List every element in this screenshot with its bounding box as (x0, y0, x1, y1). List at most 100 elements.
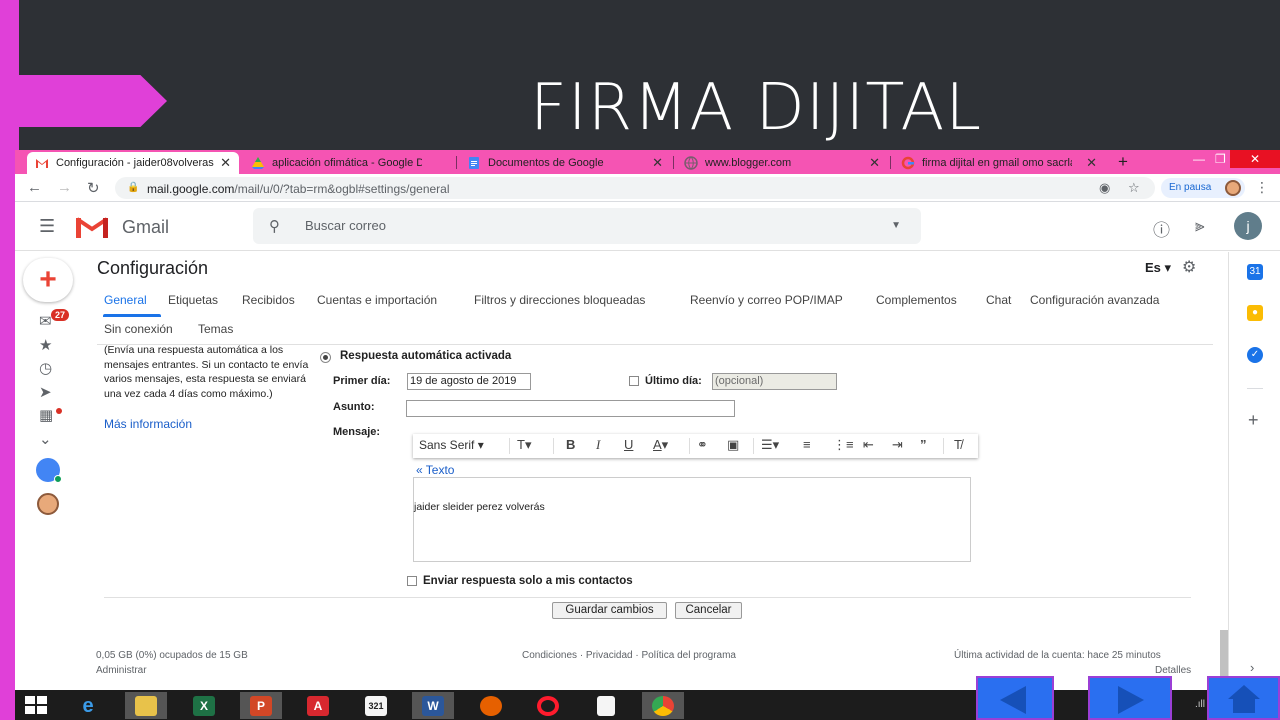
snoozed-icon[interactable]: ◷ (39, 359, 52, 377)
footer-links[interactable]: Condiciones · Privacidad · Política del … (522, 650, 736, 661)
first-day-input[interactable]: 19 de agosto de 2019 (407, 373, 531, 390)
firefox-icon[interactable] (470, 692, 512, 719)
home-slide-button[interactable] (1207, 676, 1280, 720)
tab-filters[interactable]: Filtros y direcciones bloqueadas (474, 293, 645, 307)
align-icon[interactable]: ☰▾ (761, 437, 779, 453)
underline-icon[interactable]: U (624, 437, 633, 452)
auto-reply-on-radio[interactable] (320, 352, 331, 363)
inbox-icon[interactable]: ✉ (39, 312, 52, 330)
tab-inbox[interactable]: Recibidos (242, 293, 295, 307)
close-icon[interactable]: ✕ (1086, 155, 1097, 171)
plain-text-link[interactable]: « Texto (416, 463, 454, 477)
url-field[interactable]: 🔒 mail.google.com/mail/u/0/?tab=rm&ogbl#… (115, 177, 1155, 199)
close-icon[interactable]: ✕ (869, 155, 880, 171)
message-editor[interactable]: jaider sleider perez volverás (413, 477, 971, 562)
contact-avatar-icon[interactable] (37, 493, 59, 515)
italic-icon[interactable]: I (596, 437, 600, 453)
more-info-link[interactable]: Más información (104, 417, 192, 431)
expand-panel-icon[interactable]: › (1250, 660, 1254, 675)
browser-tab-docs[interactable]: Documentos de Google ✕ (459, 152, 671, 174)
bulleted-list-icon[interactable]: ⋮≡ (833, 437, 854, 453)
apps-grid-icon[interactable]: ⫸ (1195, 216, 1205, 236)
tab-forwarding[interactable]: Reenvío y correo POP/IMAP (690, 293, 843, 307)
powerpoint-icon[interactable]: P (240, 692, 282, 719)
more-labels-icon[interactable]: ⌄ (39, 430, 52, 448)
profile-paused-chip[interactable]: En pausa (1161, 178, 1245, 198)
save-button[interactable]: Guardar cambios (552, 602, 667, 619)
restore-icon[interactable]: ❐ (1215, 152, 1226, 166)
keep-icon[interactable]: ● (1247, 305, 1263, 321)
last-day-input[interactable]: (opcional) (712, 373, 837, 390)
gear-icon[interactable]: ⚙ (1182, 257, 1196, 277)
more-vert-icon[interactable]: ⋮ (1255, 179, 1269, 196)
tab-advanced[interactable]: Configuración avanzada (1030, 293, 1159, 307)
start-icon[interactable] (25, 696, 47, 714)
back-icon[interactable]: ← (27, 179, 42, 196)
text-color-icon[interactable]: A▾ (653, 437, 668, 453)
previous-slide-button[interactable] (976, 676, 1054, 720)
last-day-checkbox[interactable] (629, 376, 639, 386)
star-icon[interactable]: ☆ (1128, 180, 1140, 196)
chrome-icon[interactable] (642, 692, 684, 719)
file-explorer-icon[interactable] (125, 692, 167, 719)
indent-less-icon[interactable]: ⇤ (863, 437, 874, 453)
numbered-list-icon[interactable]: ≡ (803, 437, 811, 452)
compose-button[interactable]: + (23, 258, 73, 302)
link-icon[interactable]: ⚭ (697, 437, 708, 453)
search-input[interactable]: ⚲ Buscar correo ▼ (253, 208, 921, 244)
browser-tab-drive[interactable]: aplicación ofimática - Google Drive (243, 152, 453, 174)
window-close-button[interactable]: ✕ (1230, 150, 1280, 168)
text-size-icon[interactable]: T▾ (517, 437, 531, 453)
tab-themes[interactable]: Temas (198, 322, 233, 336)
tab-offline[interactable]: Sin conexión (104, 322, 173, 336)
tab-chat[interactable]: Chat (986, 293, 1011, 307)
drafts-icon[interactable]: ▦ (39, 406, 53, 424)
add-addon-icon[interactable]: + (1248, 410, 1259, 431)
word-icon[interactable]: W (412, 692, 454, 719)
eye-icon[interactable]: ◉ (1099, 180, 1110, 196)
menu-icon[interactable]: ☰ (39, 216, 55, 237)
notepad-icon[interactable] (585, 692, 627, 719)
close-icon[interactable]: ✕ (652, 155, 663, 171)
reload-icon[interactable]: ↻ (87, 179, 100, 197)
contacts-only-checkbox[interactable] (407, 576, 417, 586)
search-icon[interactable]: ⚲ (269, 217, 280, 235)
vacation-help-text: (Envía una respuesta automática a los me… (104, 344, 309, 400)
hangouts-avatar-icon[interactable] (36, 458, 62, 483)
next-slide-button[interactable] (1088, 676, 1172, 720)
cancel-button[interactable]: Cancelar (675, 602, 742, 619)
acrobat-icon[interactable]: A (297, 692, 339, 719)
account-avatar[interactable]: j (1234, 212, 1262, 240)
image-icon[interactable]: ▣ (727, 437, 739, 453)
search-options-icon[interactable]: ▼ (891, 220, 901, 231)
excel-icon[interactable]: X (183, 692, 225, 719)
browser-tab-gmail[interactable]: Configuración - jaider08volveras ✕ (27, 152, 239, 174)
browser-tab-google-search[interactable]: firma dijital en gmail omo sacrla ✕ (893, 152, 1105, 174)
tab-labels[interactable]: Etiquetas (168, 293, 218, 307)
language-select[interactable]: Es ▾ (1145, 260, 1171, 276)
tab-accounts[interactable]: Cuentas e importación (317, 293, 437, 307)
minimize-icon[interactable]: — (1193, 152, 1205, 166)
details-link[interactable]: Detalles (1155, 665, 1191, 676)
bold-icon[interactable]: B (566, 437, 575, 452)
subject-input[interactable] (406, 400, 735, 417)
tasks-icon[interactable]: ✓ (1247, 347, 1263, 363)
tab-addons[interactable]: Complementos (876, 293, 957, 307)
indent-more-icon[interactable]: ⇥ (892, 437, 903, 453)
font-select[interactable]: Sans Serif ▾ (419, 438, 484, 452)
manage-storage-link[interactable]: Administrar (96, 665, 147, 676)
new-tab-button[interactable]: + (1118, 152, 1128, 172)
browser-tab-blogger[interactable]: www.blogger.com ✕ (676, 152, 888, 174)
opera-icon[interactable] (527, 692, 569, 719)
media-icon[interactable]: 321 (355, 692, 397, 719)
tab-general[interactable]: General (104, 293, 147, 307)
forward-icon[interactable]: → (57, 179, 72, 196)
sent-icon[interactable]: ➤ (39, 383, 52, 401)
starred-icon[interactable]: ★ (39, 336, 52, 354)
ie-icon[interactable]: e (67, 692, 109, 719)
remove-formatting-icon[interactable]: T̸ (954, 437, 962, 452)
help-icon[interactable]: ⓘ (1153, 216, 1170, 241)
quote-icon[interactable]: ” (920, 437, 927, 452)
close-icon[interactable]: ✕ (220, 155, 231, 171)
calendar-icon[interactable]: 31 (1247, 264, 1263, 280)
